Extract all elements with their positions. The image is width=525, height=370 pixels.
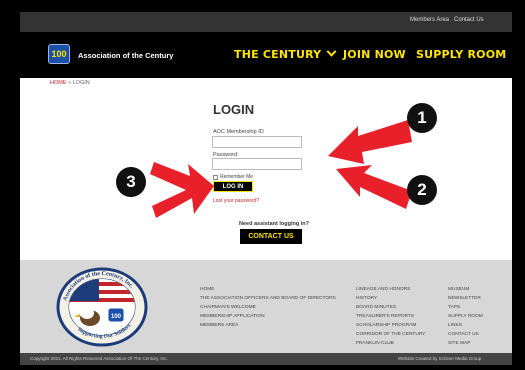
footer-link[interactable]: HOME: [200, 285, 336, 294]
page-title: LOGIN: [213, 102, 255, 117]
lost-password-link[interactable]: Lost your password?: [213, 198, 259, 204]
contact-us-button[interactable]: CONTACT US: [240, 229, 302, 244]
footer-link[interactable]: FRANKLIN CLUB: [356, 339, 425, 348]
site-name[interactable]: Association of the Century: [78, 51, 173, 60]
footer-link[interactable]: SUPPLY ROOM: [448, 312, 483, 321]
nav-the-century-label: THE CENTURY: [234, 48, 322, 61]
footer-link[interactable]: MUSEUM: [448, 285, 483, 294]
footer-link[interactable]: MEMBERS AREA: [200, 321, 336, 330]
footer-link[interactable]: CHAIRMAN'S WELCOME: [200, 303, 336, 312]
password-input[interactable]: [212, 158, 302, 170]
footer-link[interactable]: TAPS: [448, 303, 483, 312]
assist-text: Need assistant logging in?: [239, 221, 309, 227]
footer-link[interactable]: THE ASSOCIATION OFFICERS AND BOARD OF DI…: [200, 294, 336, 303]
footer-link[interactable]: HISTORY: [356, 294, 425, 303]
footer-link[interactable]: LINEAGE AND HONORS: [356, 285, 425, 294]
step-marker-2: 2: [407, 175, 437, 205]
screenshot-frame: Members Area Contact Us 100 Association …: [0, 0, 525, 370]
breadcrumb: HOME » LOGIN: [50, 80, 90, 86]
footer-link[interactable]: TREASURER'S REPORTS: [356, 312, 425, 321]
breadcrumb-home[interactable]: HOME: [50, 80, 67, 86]
members-area-link[interactable]: Members Area: [410, 17, 449, 23]
web-page: Members Area Contact Us 100 Association …: [20, 12, 512, 365]
footer-link[interactable]: CONTACT US: [448, 330, 483, 339]
svg-text:100: 100: [111, 314, 122, 320]
utility-bar: Members Area Contact Us: [20, 12, 512, 32]
arrow-1-icon: [328, 120, 412, 164]
nav-supply-room[interactable]: SUPPLY ROOM: [416, 48, 506, 61]
log-in-button[interactable]: LOG IN: [213, 181, 253, 192]
contact-us-top-link[interactable]: Contact Us: [454, 17, 484, 23]
footer-link[interactable]: CORRIDOR OF THE CENTURY: [356, 330, 425, 339]
footer-link[interactable]: SITE MAP: [448, 339, 483, 348]
footer-link[interactable]: SCHOLARSHIP PROGRAM: [356, 321, 425, 330]
footer-column-2: LINEAGE AND HONORS HISTORY BOARD MINUTES…: [356, 285, 425, 348]
site-footer: 100 Association of the Century, Inc. Sup…: [20, 260, 512, 353]
footer-column-3: MUSEUM NEWSLETTER TAPS SUPPLY ROOM LINKS…: [448, 285, 483, 348]
remember-me-label: Remember Me: [220, 174, 254, 180]
footer-link[interactable]: MEMBERSHIP APPLICATION: [200, 312, 336, 321]
association-seal-icon: 100 Association of the Century, Inc. Sup…: [56, 267, 148, 347]
nav-the-century[interactable]: THE CENTURY: [234, 46, 337, 61]
membership-id-input[interactable]: [212, 136, 302, 148]
logo-badge[interactable]: 100: [48, 44, 70, 64]
remember-me[interactable]: Remember Me: [213, 174, 253, 180]
footer-link[interactable]: BOARD MINUTES: [356, 303, 425, 312]
nav-join-now[interactable]: JOIN NOW: [343, 48, 406, 61]
breadcrumb-current: LOGIN: [72, 80, 90, 86]
footer-column-1: HOME THE ASSOCIATION OFFICERS AND BOARD …: [200, 285, 336, 330]
arrow-3-icon: [150, 162, 214, 218]
arrow-2-icon: [336, 165, 412, 209]
copyright-text: Copyright 2021. All Rights Reserved Asso…: [30, 356, 168, 361]
footer-link[interactable]: NEWSLETTER: [448, 294, 483, 303]
step-marker-1: 1: [407, 103, 437, 133]
footer-link[interactable]: LINKS: [448, 321, 483, 330]
membership-id-label: AOC Membership ID: [213, 129, 264, 135]
chevron-down-icon: [326, 46, 337, 57]
site-credit-link[interactable]: Website Created by Schiner Media Group: [398, 356, 481, 361]
step-marker-3: 3: [116, 167, 146, 197]
copyright-bar: Copyright 2021. All Rights Reserved Asso…: [20, 353, 512, 365]
site-header: 100 Association of the Century THE CENTU…: [20, 32, 512, 78]
